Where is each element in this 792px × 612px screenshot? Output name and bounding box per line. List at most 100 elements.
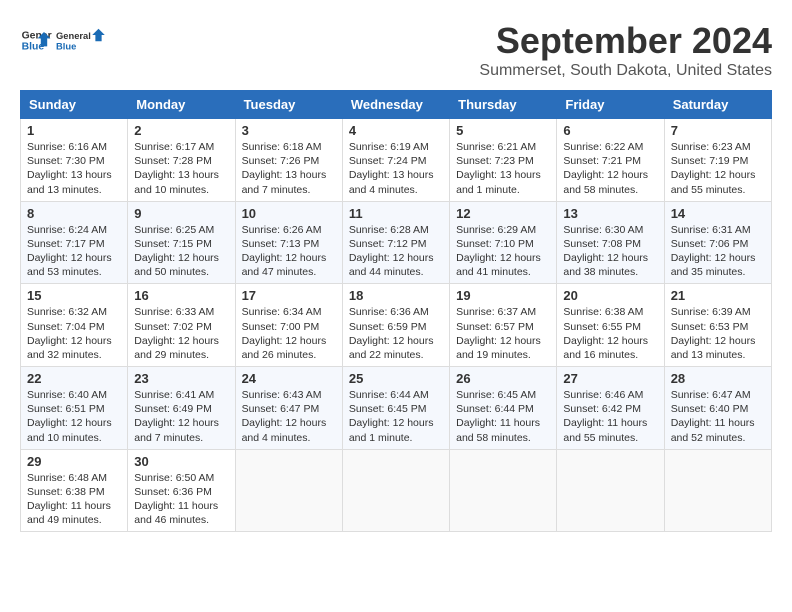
- day-number: 5: [456, 123, 550, 138]
- day-number: 21: [671, 288, 765, 303]
- day-number: 11: [349, 206, 443, 221]
- day-number: 20: [563, 288, 657, 303]
- page-header: General Blue General Blue September 2024…: [20, 20, 772, 80]
- day-number: 2: [134, 123, 228, 138]
- calendar-cell: [342, 449, 449, 532]
- calendar-cell: 23Sunrise: 6:41 AM Sunset: 6:49 PM Dayli…: [128, 367, 235, 450]
- calendar-cell: [664, 449, 771, 532]
- calendar-table: SundayMondayTuesdayWednesdayThursdayFrid…: [20, 90, 772, 532]
- cell-text: Sunrise: 6:44 AM Sunset: 6:45 PM Dayligh…: [349, 388, 443, 445]
- day-number: 12: [456, 206, 550, 221]
- logo-icon: General Blue: [20, 24, 52, 56]
- day-number: 29: [27, 454, 121, 469]
- calendar-cell: 10 Sunrise: 6:26 AM Sunset: 7:13 PM Dayli…: [235, 201, 342, 284]
- day-number: 17: [242, 288, 336, 303]
- calendar-cell: 19 Sunrise: 6:37 AM Sunset: 6:57 PM Dayli…: [450, 284, 557, 367]
- day-number: 19: [456, 288, 550, 303]
- day-number: 26: [456, 371, 550, 386]
- day-number: 25: [349, 371, 443, 386]
- cell-text: Sunrise: 6:33 AM Sunset: 7:02 PM Dayligh…: [134, 305, 228, 362]
- calendar-cell: 14Sunrise: 6:31 AM Sunset: 7:06 PM Dayli…: [664, 201, 771, 284]
- header-wednesday: Wednesday: [342, 91, 449, 119]
- cell-text: Sunrise: 6:47 AM Sunset: 6:40 PM Dayligh…: [671, 388, 765, 445]
- cell-text: Sunrise: 6:43 AM Sunset: 6:47 PM Dayligh…: [242, 388, 336, 445]
- header-sunday: Sunday: [21, 91, 128, 119]
- header-saturday: Saturday: [664, 91, 771, 119]
- week-row-5: 29Sunrise: 6:48 AM Sunset: 6:38 PM Dayli…: [21, 449, 772, 532]
- cell-text: Sunrise: 6:17 AM Sunset: 7:28 PM Dayligh…: [134, 140, 228, 197]
- calendar-cell: 18 Sunrise: 6:36 AM Sunset: 6:59 PM Dayli…: [342, 284, 449, 367]
- calendar-cell: 11 Sunrise: 6:28 AM Sunset: 7:12 PM Dayli…: [342, 201, 449, 284]
- day-number: 7: [671, 123, 765, 138]
- cell-text: Sunrise: 6:29 AM Sunset: 7:10 PM Dayligh…: [456, 223, 550, 280]
- month-title: September 2024: [479, 20, 772, 62]
- cell-text: Sunrise: 6:28 AM Sunset: 7:12 PM Dayligh…: [349, 223, 443, 280]
- header-friday: Friday: [557, 91, 664, 119]
- day-number: 30: [134, 454, 228, 469]
- day-number: 3: [242, 123, 336, 138]
- cell-text: Sunrise: 6:31 AM Sunset: 7:06 PM Dayligh…: [671, 223, 765, 280]
- calendar-cell: [557, 449, 664, 532]
- logo: General Blue General Blue: [20, 20, 106, 60]
- cell-text: Sunrise: 6:50 AM Sunset: 6:36 PM Dayligh…: [134, 471, 228, 528]
- day-number: 6: [563, 123, 657, 138]
- cell-text: Sunrise: 6:18 AM Sunset: 7:26 PM Dayligh…: [242, 140, 336, 197]
- calendar-cell: 8Sunrise: 6:24 AM Sunset: 7:17 PM Daylig…: [21, 201, 128, 284]
- day-number: 22: [27, 371, 121, 386]
- calendar-cell: 24Sunrise: 6:43 AM Sunset: 6:47 PM Dayli…: [235, 367, 342, 450]
- calendar-cell: 4 Sunrise: 6:19 AM Sunset: 7:24 PM Daylig…: [342, 119, 449, 202]
- svg-text:Blue: Blue: [56, 41, 76, 51]
- day-number: 1: [27, 123, 121, 138]
- cell-text: Sunrise: 6:21 AM Sunset: 7:23 PM Dayligh…: [456, 140, 550, 197]
- calendar-cell: 6 Sunrise: 6:22 AM Sunset: 7:21 PM Daylig…: [557, 119, 664, 202]
- header-row: SundayMondayTuesdayWednesdayThursdayFrid…: [21, 91, 772, 119]
- cell-text: Sunrise: 6:32 AM Sunset: 7:04 PM Dayligh…: [27, 305, 121, 362]
- header-thursday: Thursday: [450, 91, 557, 119]
- cell-text: Sunrise: 6:46 AM Sunset: 6:42 PM Dayligh…: [563, 388, 657, 445]
- calendar-cell: 12 Sunrise: 6:29 AM Sunset: 7:10 PM Dayli…: [450, 201, 557, 284]
- day-number: 13: [563, 206, 657, 221]
- cell-text: Sunrise: 6:22 AM Sunset: 7:21 PM Dayligh…: [563, 140, 657, 197]
- cell-text: Sunrise: 6:36 AM Sunset: 6:59 PM Dayligh…: [349, 305, 443, 362]
- cell-text: Sunrise: 6:26 AM Sunset: 7:13 PM Dayligh…: [242, 223, 336, 280]
- cell-text: Sunrise: 6:25 AM Sunset: 7:15 PM Dayligh…: [134, 223, 228, 280]
- day-number: 15: [27, 288, 121, 303]
- cell-text: Sunrise: 6:30 AM Sunset: 7:08 PM Dayligh…: [563, 223, 657, 280]
- day-number: 9: [134, 206, 228, 221]
- cell-text: Sunrise: 6:37 AM Sunset: 6:57 PM Dayligh…: [456, 305, 550, 362]
- week-row-4: 22 Sunrise: 6:40 AM Sunset: 6:51 PM Dayli…: [21, 367, 772, 450]
- calendar-cell: 2 Sunrise: 6:17 AM Sunset: 7:28 PM Daylig…: [128, 119, 235, 202]
- day-number: 4: [349, 123, 443, 138]
- day-number: 8: [27, 206, 121, 221]
- calendar-cell: 5 Sunrise: 6:21 AM Sunset: 7:23 PM Daylig…: [450, 119, 557, 202]
- cell-text: Sunrise: 6:23 AM Sunset: 7:19 PM Dayligh…: [671, 140, 765, 197]
- calendar-cell: 25 Sunrise: 6:44 AM Sunset: 6:45 PM Dayli…: [342, 367, 449, 450]
- cell-text: Sunrise: 6:19 AM Sunset: 7:24 PM Dayligh…: [349, 140, 443, 197]
- day-number: 27: [563, 371, 657, 386]
- location-subtitle: Summerset, South Dakota, United States: [479, 62, 772, 80]
- header-tuesday: Tuesday: [235, 91, 342, 119]
- calendar-cell: 29Sunrise: 6:48 AM Sunset: 6:38 PM Dayli…: [21, 449, 128, 532]
- svg-text:General: General: [56, 31, 91, 41]
- calendar-cell: 30 Sunrise: 6:50 AM Sunset: 6:36 PM Dayli…: [128, 449, 235, 532]
- calendar-cell: 22 Sunrise: 6:40 AM Sunset: 6:51 PM Dayli…: [21, 367, 128, 450]
- day-number: 28: [671, 371, 765, 386]
- calendar-cell: 16 Sunrise: 6:33 AM Sunset: 7:02 PM Dayli…: [128, 284, 235, 367]
- day-number: 16: [134, 288, 228, 303]
- calendar-cell: 26Sunrise: 6:45 AM Sunset: 6:44 PM Dayli…: [450, 367, 557, 450]
- cell-text: Sunrise: 6:16 AM Sunset: 7:30 PM Dayligh…: [27, 140, 121, 197]
- logo-svg: General Blue: [56, 20, 106, 60]
- week-row-2: 8Sunrise: 6:24 AM Sunset: 7:17 PM Daylig…: [21, 201, 772, 284]
- calendar-cell: 13 Sunrise: 6:30 AM Sunset: 7:08 PM Dayli…: [557, 201, 664, 284]
- cell-text: Sunrise: 6:38 AM Sunset: 6:55 PM Dayligh…: [563, 305, 657, 362]
- title-area: September 2024 Summerset, South Dakota, …: [479, 20, 772, 80]
- cell-text: Sunrise: 6:40 AM Sunset: 6:51 PM Dayligh…: [27, 388, 121, 445]
- calendar-cell: 7 Sunrise: 6:23 AM Sunset: 7:19 PM Daylig…: [664, 119, 771, 202]
- day-number: 18: [349, 288, 443, 303]
- day-number: 23: [134, 371, 228, 386]
- calendar-cell: [235, 449, 342, 532]
- cell-text: Sunrise: 6:34 AM Sunset: 7:00 PM Dayligh…: [242, 305, 336, 362]
- calendar-cell: 17 Sunrise: 6:34 AM Sunset: 7:00 PM Dayli…: [235, 284, 342, 367]
- week-row-1: 1 Sunrise: 6:16 AM Sunset: 7:30 PM Daylig…: [21, 119, 772, 202]
- day-number: 10: [242, 206, 336, 221]
